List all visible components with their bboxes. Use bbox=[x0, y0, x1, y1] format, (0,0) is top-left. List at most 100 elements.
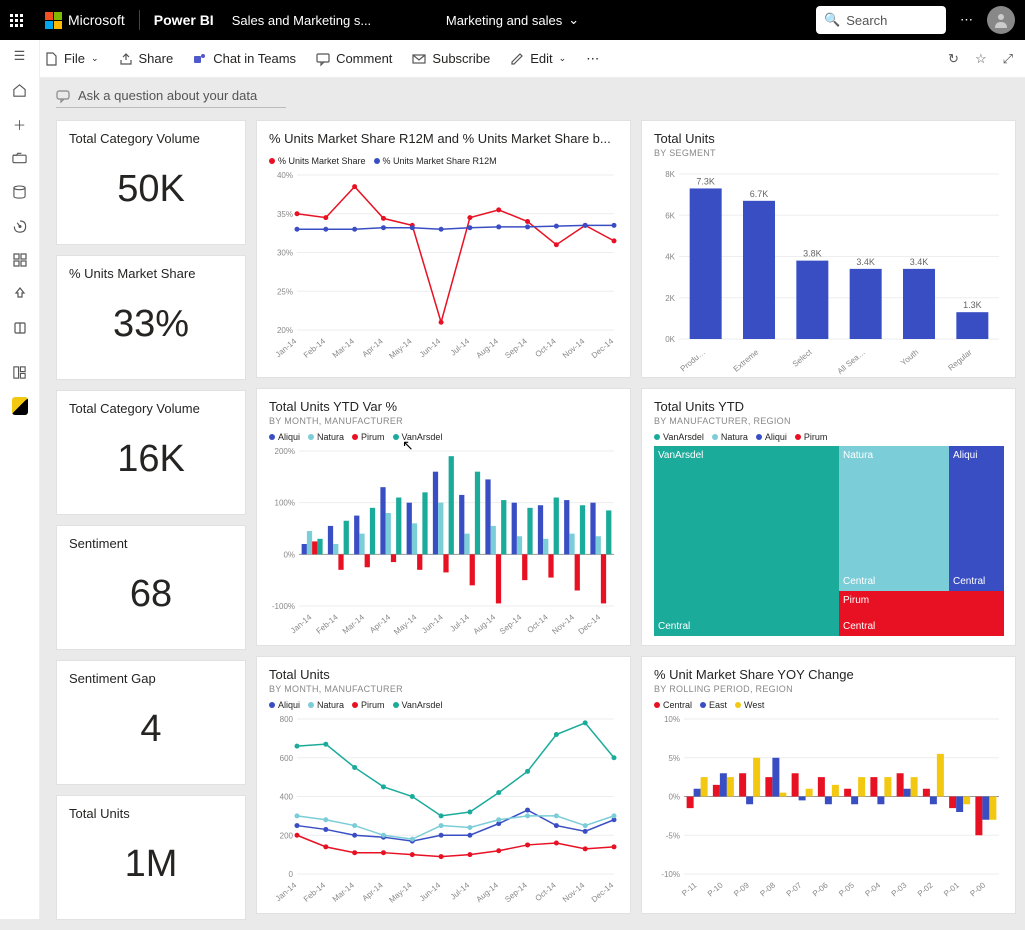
svg-text:0%: 0% bbox=[283, 550, 295, 559]
tile-total-units-card[interactable]: Total Units 1M bbox=[56, 795, 246, 920]
cursor-icon: ↖ bbox=[402, 437, 414, 454]
apps-icon[interactable] bbox=[12, 252, 28, 268]
svg-text:Sep-14: Sep-14 bbox=[503, 880, 529, 904]
qa-input[interactable]: Ask a question about your data bbox=[56, 88, 286, 108]
bar-chart: 0K2K4K6K8K7.3KProdu…6.7KExtreme3.8KSelec… bbox=[654, 164, 1004, 374]
svg-text:Apr-14: Apr-14 bbox=[361, 336, 386, 359]
tile-title: Total Units bbox=[69, 806, 233, 821]
tile-total-category-volume-2[interactable]: Total Category Volume 16K bbox=[56, 390, 246, 515]
tile-subtitle: BY MANUFACTURER, REGION bbox=[654, 416, 1003, 426]
tile-sentiment-gap[interactable]: Sentiment Gap 4 bbox=[56, 660, 246, 785]
svg-text:800: 800 bbox=[280, 715, 294, 724]
tile-subtitle: BY ROLLING PERIOD, REGION bbox=[654, 684, 1003, 694]
svg-text:Dec-14: Dec-14 bbox=[590, 880, 616, 904]
file-menu[interactable]: File⌄ bbox=[44, 51, 99, 66]
svg-text:P-11: P-11 bbox=[680, 880, 699, 898]
svg-text:Jun-14: Jun-14 bbox=[418, 336, 443, 359]
data-hub-icon[interactable] bbox=[12, 184, 28, 200]
svg-text:Produ…: Produ… bbox=[679, 348, 707, 374]
deployment-icon[interactable] bbox=[12, 286, 28, 302]
tile-subtitle: BY MONTH, MANUFACTURER bbox=[269, 416, 618, 426]
svg-text:Sep-14: Sep-14 bbox=[498, 612, 524, 636]
svg-text:Youth: Youth bbox=[899, 348, 920, 368]
tile-total-units-segment[interactable]: Total Units BY SEGMENT 0K2K4K6K8K7.3KPro… bbox=[641, 120, 1016, 378]
favorite-icon[interactable]: ☆ bbox=[975, 51, 987, 67]
comment-button[interactable]: Comment bbox=[316, 51, 392, 66]
svg-text:5%: 5% bbox=[668, 754, 680, 763]
svg-text:Apr-14: Apr-14 bbox=[361, 880, 386, 903]
search-input[interactable]: 🔍 Search bbox=[816, 6, 946, 34]
left-nav-rail: ☰ ＋ bbox=[0, 40, 40, 919]
svg-text:Dec-14: Dec-14 bbox=[577, 612, 603, 636]
svg-text:Oct-14: Oct-14 bbox=[525, 612, 550, 635]
svg-text:3.4K: 3.4K bbox=[856, 257, 875, 267]
svg-text:Jul-14: Jul-14 bbox=[449, 880, 472, 901]
menu-icon[interactable]: ☰ bbox=[12, 48, 28, 64]
svg-text:0K: 0K bbox=[665, 335, 675, 344]
svg-text:6.7K: 6.7K bbox=[750, 189, 769, 199]
tile-subtitle: BY MONTH, MANUFACTURER bbox=[269, 684, 618, 694]
svg-text:2K: 2K bbox=[665, 294, 675, 303]
svg-text:Nov-14: Nov-14 bbox=[561, 880, 587, 904]
more-options[interactable]: ⋯ bbox=[586, 51, 599, 67]
tile-title: % Unit Market Share YOY Change bbox=[654, 667, 1003, 682]
svg-text:P-02: P-02 bbox=[916, 880, 935, 898]
svg-text:Jan-14: Jan-14 bbox=[289, 612, 314, 635]
svg-text:35%: 35% bbox=[277, 210, 293, 219]
tile-total-units-line[interactable]: Total Units BY MONTH, MANUFACTURER Aliqu… bbox=[256, 656, 631, 914]
chevron-down-icon: ⌄ bbox=[91, 53, 99, 64]
learn-icon[interactable] bbox=[12, 320, 28, 336]
page-selector[interactable]: Marketing and sales ⌄ bbox=[446, 12, 579, 28]
app-launcher-icon[interactable] bbox=[10, 14, 23, 27]
svg-text:May-14: May-14 bbox=[387, 336, 414, 360]
svg-text:Jun-14: Jun-14 bbox=[420, 612, 445, 635]
edit-button[interactable]: Edit⌄ bbox=[510, 51, 566, 66]
tile-title: Total Units bbox=[269, 667, 618, 682]
app-name[interactable]: Power BI bbox=[154, 12, 214, 28]
tile-units-market-share[interactable]: % Units Market Share 33% bbox=[56, 255, 246, 380]
user-avatar[interactable] bbox=[987, 6, 1015, 34]
svg-text:Jul-14: Jul-14 bbox=[449, 336, 472, 357]
subscribe-button[interactable]: Subscribe bbox=[412, 51, 490, 66]
tile-sentiment[interactable]: Sentiment 68 bbox=[56, 525, 246, 650]
tile-subtitle: BY SEGMENT bbox=[654, 148, 1003, 158]
workspaces-icon[interactable] bbox=[12, 364, 28, 380]
tile-title: Total Units bbox=[654, 131, 1003, 146]
fullscreen-icon[interactable]: ⤢ bbox=[1003, 51, 1013, 67]
tile-ytd-treemap[interactable]: Total Units YTD BY MANUFACTURER, REGION … bbox=[641, 388, 1016, 646]
tile-total-category-volume-1[interactable]: Total Category Volume 50K bbox=[56, 120, 246, 245]
kpi-value: 33% bbox=[69, 283, 233, 366]
tile-ytd-var-chart[interactable]: Total Units YTD Var % BY MONTH, MANUFACT… bbox=[256, 388, 631, 646]
svg-text:Mar-14: Mar-14 bbox=[331, 880, 357, 904]
share-button[interactable]: Share bbox=[119, 51, 174, 66]
svg-text:-5%: -5% bbox=[666, 831, 680, 840]
bar-chart: -100%0%100%200%Jan-14Feb-14Mar-14Apr-14M… bbox=[269, 446, 619, 636]
app-header: Microsoft Power BI Sales and Marketing s… bbox=[0, 0, 1025, 40]
svg-text:200: 200 bbox=[280, 831, 294, 840]
chat-teams-button[interactable]: Chat in Teams bbox=[193, 51, 296, 66]
tile-yoy-change[interactable]: % Unit Market Share YOY Change BY ROLLIN… bbox=[641, 656, 1016, 914]
home-icon[interactable] bbox=[12, 82, 28, 98]
svg-text:20%: 20% bbox=[277, 326, 293, 335]
svg-text:Feb-14: Feb-14 bbox=[314, 612, 340, 636]
metrics-icon[interactable] bbox=[12, 218, 28, 234]
svg-text:6K: 6K bbox=[665, 211, 675, 220]
svg-text:Mar-14: Mar-14 bbox=[341, 612, 367, 636]
tile-ums-line-chart[interactable]: % Units Market Share R12M and % Units Ma… bbox=[256, 120, 631, 378]
svg-text:All Sea…: All Sea… bbox=[836, 348, 867, 376]
browse-icon[interactable] bbox=[12, 150, 28, 166]
refresh-icon[interactable]: ↻ bbox=[948, 51, 959, 67]
svg-text:Aug-14: Aug-14 bbox=[474, 880, 500, 904]
more-icon[interactable]: ⋯ bbox=[960, 12, 973, 28]
tile-title: % Units Market Share R12M and % Units Ma… bbox=[269, 131, 618, 146]
powerbi-logo-icon[interactable] bbox=[12, 398, 28, 414]
svg-text:Apr-14: Apr-14 bbox=[368, 612, 393, 635]
treemap: VanArsdelCentral NaturaCentral AliquiCen… bbox=[654, 446, 1003, 636]
svg-text:P-05: P-05 bbox=[837, 880, 856, 898]
workspace-name[interactable]: Sales and Marketing s... bbox=[232, 13, 371, 28]
create-icon[interactable]: ＋ bbox=[12, 116, 28, 132]
kpi-value: 16K bbox=[69, 418, 233, 501]
svg-text:P-10: P-10 bbox=[706, 880, 725, 898]
search-icon: 🔍 bbox=[824, 12, 840, 28]
header-divider bbox=[139, 10, 140, 30]
